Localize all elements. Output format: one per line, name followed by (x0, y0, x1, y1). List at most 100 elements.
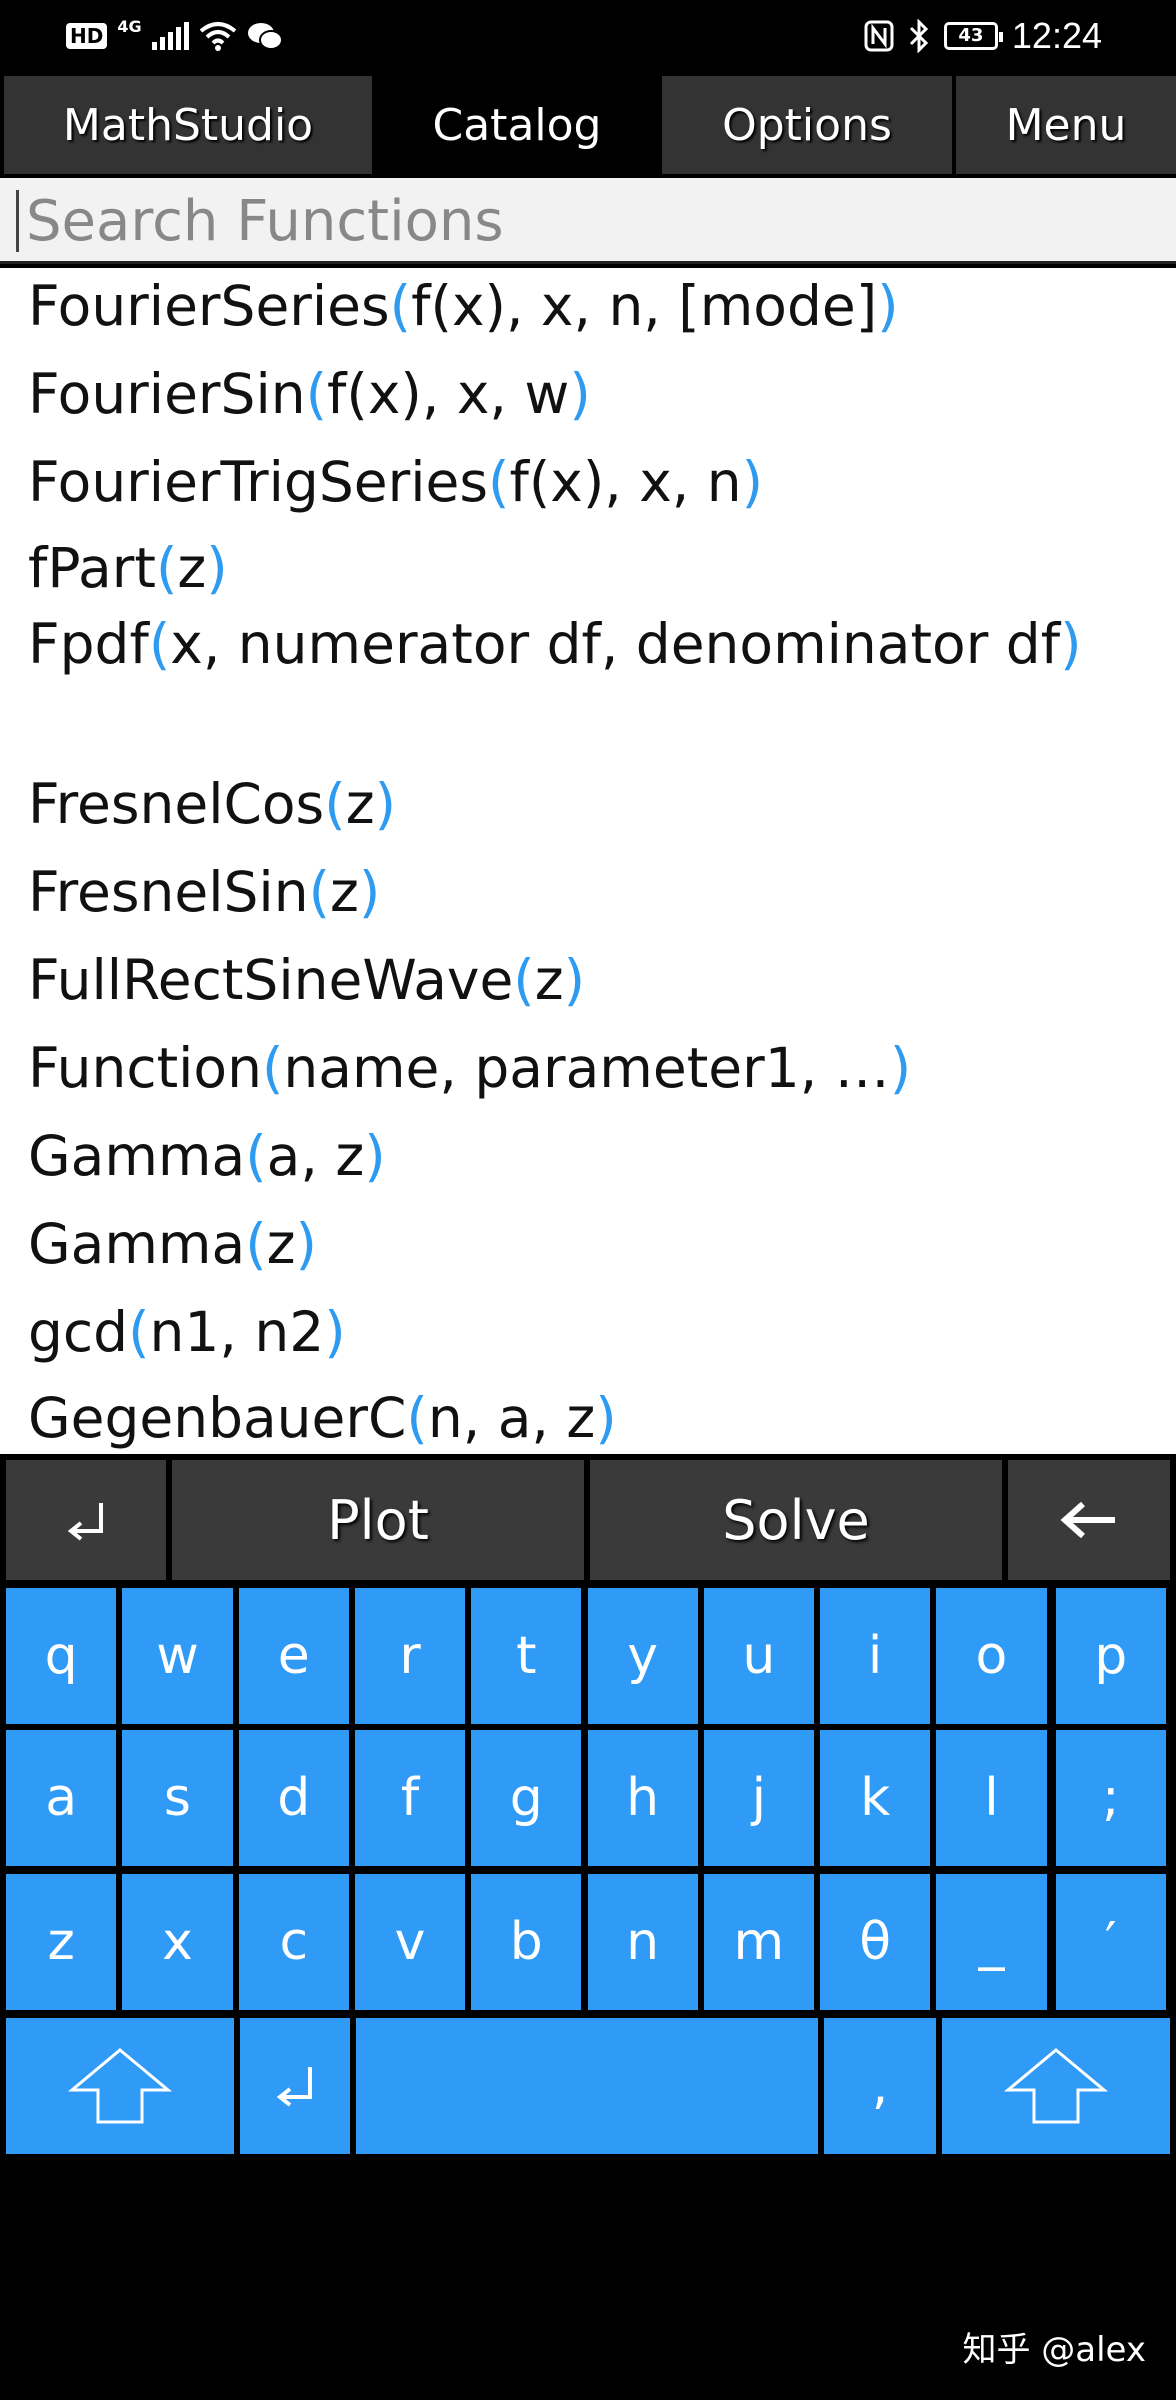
key-7-row2[interactable]: k (820, 1730, 931, 1866)
shift-right-key[interactable] (942, 2018, 1170, 2154)
paren: ( (245, 1124, 267, 1188)
function-item[interactable]: FourierTrigSeries(f(x), x, n) (28, 444, 1148, 520)
paren: ( (128, 1300, 150, 1364)
tab-menu[interactable]: Menu (956, 76, 1176, 174)
function-item[interactable]: FresnelSin(z) (28, 854, 1148, 930)
function-item[interactable]: FourierSeries(f(x), x, n, [mode]) (28, 268, 1148, 344)
key-1-row2[interactable]: s (122, 1730, 233, 1866)
key-9-row2[interactable]: ; (1055, 1730, 1166, 1866)
function-item[interactable]: FourierSin(f(x), x, w) (28, 356, 1148, 432)
clock: 12:24 (1011, 15, 1102, 56)
paren: ( (324, 772, 346, 836)
key-2-row1[interactable]: e (238, 1588, 349, 1724)
status-left: HD 4G (66, 16, 283, 56)
key-4-row1[interactable]: t (471, 1588, 582, 1724)
key-7-row3[interactable]: θ (820, 1874, 931, 2010)
paren: ( (389, 274, 412, 338)
function-list[interactable]: FourierSeries(f(x), x, n, [mode]) Fourier… (0, 268, 1176, 1454)
function-args: z (330, 860, 359, 924)
key-6-row1[interactable]: u (703, 1588, 814, 1724)
key-5-row2[interactable]: h (587, 1730, 698, 1866)
function-name: FourierSeries (28, 274, 390, 338)
function-item[interactable]: FullRectSineWave(z) (28, 942, 1148, 1018)
paren: ( (406, 1386, 428, 1450)
key-2-row3[interactable]: c (238, 1874, 349, 2010)
backspace-button[interactable] (1008, 1460, 1170, 1580)
paren: ) (206, 536, 228, 600)
key-7-row1[interactable]: i (820, 1588, 931, 1724)
paren: ) (563, 948, 586, 1012)
key-1-row3[interactable]: x (122, 1874, 233, 2010)
function-name: Gamma (28, 1124, 246, 1188)
paren: ) (324, 1300, 346, 1364)
function-item[interactable]: GegenbauerC(n, a, z) (28, 1380, 1148, 1454)
function-args: name, parameter1, … (283, 1036, 890, 1100)
tab-options[interactable]: Options (662, 76, 952, 174)
signal-icon (151, 22, 189, 50)
watermark: 知乎 @alex (962, 2330, 1146, 2370)
enter-button[interactable] (6, 1460, 166, 1580)
key-0-row2[interactable]: a (6, 1730, 117, 1866)
key-6-row2[interactable]: j (703, 1730, 814, 1866)
key-3-row2[interactable]: f (354, 1730, 466, 1866)
space-key[interactable] (356, 2018, 818, 2154)
key-8-row3[interactable]: _ (936, 1874, 1047, 2010)
key-0-row3[interactable]: z (6, 1874, 117, 2010)
function-item[interactable]: gcd(n1, n2) (28, 1294, 1148, 1370)
key-9-row1[interactable]: p (1055, 1588, 1166, 1724)
function-args: z (534, 948, 564, 1012)
key-0-row1[interactable]: q (6, 1588, 117, 1724)
key-3-row3[interactable]: v (354, 1874, 466, 2010)
shift-icon (1004, 2048, 1108, 2124)
function-item[interactable]: FresnelCos(z) (28, 766, 1148, 842)
function-item[interactable]: Fpdf(x, numerator df, denominator df) (28, 606, 1148, 682)
function-args: n, a, z (427, 1386, 596, 1450)
key-4-row3[interactable]: b (471, 1874, 582, 2010)
function-item[interactable]: Gamma(z) (28, 1206, 1148, 1282)
function-item[interactable]: fPart(z) (28, 530, 1148, 606)
key-5-row1[interactable]: y (587, 1588, 698, 1724)
tab-mathstudio[interactable]: MathStudio (4, 76, 372, 174)
key-3-row1[interactable]: r (354, 1588, 466, 1724)
key-2-row2[interactable]: d (238, 1730, 349, 1866)
key-8-row1[interactable]: o (936, 1588, 1047, 1724)
key-5-row3[interactable]: n (587, 1874, 698, 2010)
function-name: FresnelCos (28, 772, 325, 836)
function-name: Gamma (28, 1212, 246, 1276)
function-args: n1, n2 (149, 1300, 325, 1364)
function-name: GegenbauerC (28, 1386, 407, 1450)
function-args: x, numerator df, denominator df (170, 612, 1061, 676)
key-9-row3[interactable]: ′ (1055, 1874, 1166, 2010)
function-name: Function (28, 1036, 262, 1100)
action-row: Plot Solve (0, 1456, 1176, 1584)
function-args: a, z (266, 1124, 365, 1188)
paren: ) (358, 860, 381, 924)
shift-left-key[interactable] (6, 2018, 234, 2154)
paren: ( (261, 1036, 284, 1100)
paren: ) (569, 362, 591, 426)
nfc-icon (864, 20, 894, 52)
function-name: FresnelSin (28, 860, 309, 924)
function-item[interactable]: Function(name, parameter1, …) (28, 1030, 1148, 1106)
tab-catalog[interactable]: Catalog (376, 76, 658, 174)
function-args: z (345, 772, 375, 836)
function-args: z (177, 536, 207, 600)
paren: ( (305, 362, 328, 426)
search-input[interactable] (26, 184, 1156, 258)
key-8-row2[interactable]: l (936, 1730, 1047, 1866)
plot-button[interactable]: Plot (172, 1460, 584, 1580)
enter-key[interactable] (240, 2018, 350, 2154)
paren: ( (513, 948, 535, 1012)
backspace-arrow-icon (1060, 1501, 1115, 1539)
paren: ( (308, 860, 331, 924)
key-1-row1[interactable]: w (122, 1588, 233, 1724)
solve-button[interactable]: Solve (590, 1460, 1002, 1580)
key-6-row3[interactable]: m (703, 1874, 814, 2010)
comma-key[interactable]: , (824, 2018, 936, 2154)
paren: ( (245, 1212, 267, 1276)
key-4-row2[interactable]: g (471, 1730, 582, 1866)
function-name: Fpdf (28, 612, 149, 676)
function-item[interactable]: Gamma(a, z) (28, 1118, 1148, 1194)
function-name: FourierTrigSeries (28, 450, 488, 514)
paren: ( (487, 450, 510, 514)
